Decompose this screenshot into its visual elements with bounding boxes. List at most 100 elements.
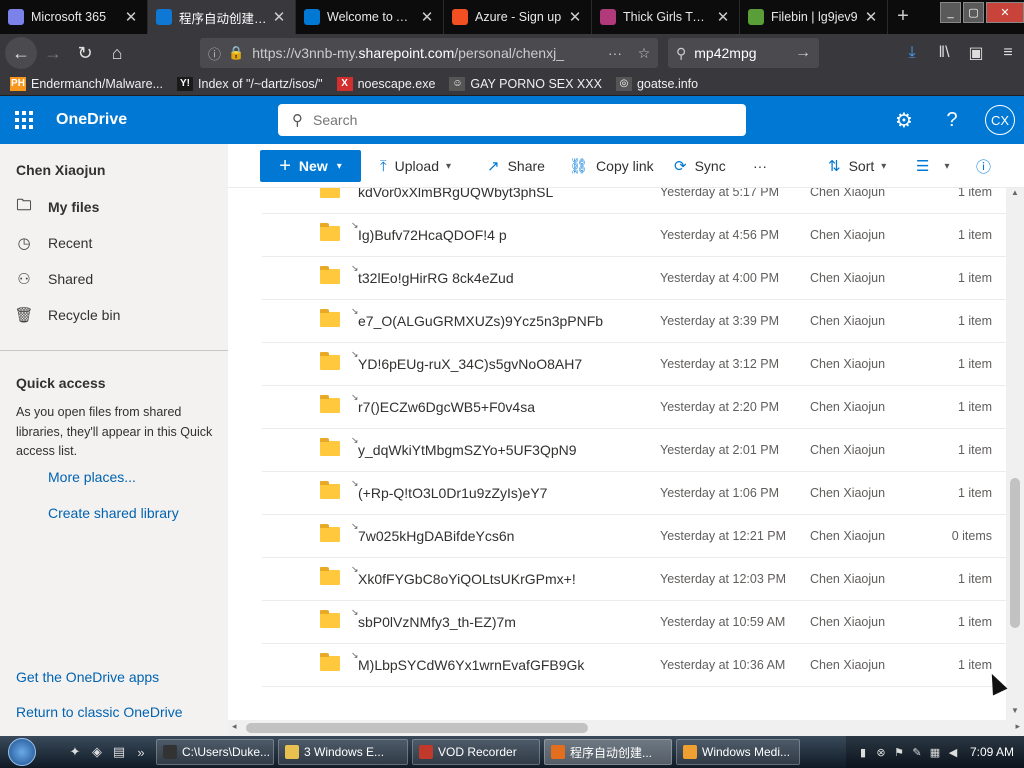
menu-icon[interactable]: ≡ — [992, 38, 1024, 68]
app-launcher-button[interactable] — [0, 96, 48, 144]
file-name[interactable]: Ig)Bufv72HcaQDOF!4 p — [358, 227, 507, 243]
file-name[interactable]: y_dqWkiYtMbgmSZYo+5UF3QpN9 — [358, 442, 577, 458]
search-go-icon[interactable]: → — [795, 44, 811, 62]
bookmark-item[interactable]: PH Endermanch/Malware... — [10, 76, 163, 91]
clock[interactable]: 7:09 AM — [970, 745, 1014, 759]
table-row[interactable]: ↘ 7w025kHgDABifdeYcs6n Yesterday at 12:21 … — [262, 515, 1006, 558]
scroll-thumb[interactable] — [1010, 478, 1020, 628]
network-icon[interactable]: ▦ — [926, 744, 944, 760]
quick-launch-icon-2[interactable]: ◈ — [86, 742, 108, 762]
tab-close-icon[interactable]: ✕ — [863, 8, 879, 26]
table-row[interactable]: ↘ y_dqWkiYtMbgmSZYo+5UF3QpN9 Yesterday at … — [262, 429, 1006, 472]
tab-close-icon[interactable]: ✕ — [567, 8, 583, 26]
bookmark-item[interactable]: Y! Index of "/~dartz/isos/" — [177, 76, 323, 91]
browser-tab[interactable]: Azure - Sign up ✕ — [444, 0, 592, 34]
scroll-up-icon[interactable]: ▲ — [1006, 188, 1024, 202]
vertical-scrollbar[interactable]: ▲ ▼ — [1006, 188, 1024, 720]
tab-close-icon[interactable]: ✕ — [123, 8, 139, 26]
tray-icon-4[interactable]: ✎ — [908, 744, 926, 760]
bookmark-item[interactable]: Xnoescape.exe — [336, 76, 435, 91]
taskbar-item[interactable]: C:\Users\Duke... — [156, 739, 274, 765]
file-name[interactable]: t32lEo!gHirRG 8ck4eZud — [358, 270, 514, 286]
taskbar-item[interactable]: VOD Recorder — [412, 739, 540, 765]
info-icon[interactable]: ⓘ — [208, 44, 221, 63]
onedrive-brand[interactable]: OneDrive — [56, 111, 127, 129]
classic-onedrive-link[interactable]: Return to classic OneDrive — [16, 704, 183, 720]
table-row[interactable]: ↘ t32lEo!gHirRG 8ck4eZud Yesterday at 4:00… — [262, 257, 1006, 300]
sort-button[interactable]: ⇅ Sort ▾ — [828, 150, 886, 182]
table-row[interactable]: ↘ r7()ECZw6DgcWB5+F0v4sa Yesterday at 2:20… — [262, 386, 1006, 429]
sidebar-item-recent[interactable]: ◷ Recent — [0, 225, 228, 261]
browser-tab[interactable]: Microsoft 365 ✕ — [0, 0, 148, 34]
tray-icon-1[interactable]: ▮ — [854, 744, 872, 760]
file-name[interactable]: Xk0fFYGbC8oYiQOLtsUKrGPmx+! — [358, 571, 576, 587]
new-tab-button[interactable]: + — [888, 0, 918, 34]
page-actions-icon[interactable]: ··· — [600, 45, 630, 61]
sidebar-item-shared[interactable]: ⚇ Shared — [0, 261, 228, 297]
browser-tab[interactable]: Thick Girls Twe... ✕ — [592, 0, 740, 34]
file-name[interactable]: M)LbpSYCdW6Yx1wrnEvafGFB9Gk — [358, 657, 584, 673]
sidebar-icon[interactable]: ▣ — [960, 38, 992, 68]
new-button[interactable]: + New ▾ — [260, 150, 361, 182]
table-row[interactable]: ↘ e7_O(ALGuGRMXUZs)9Ycz5n3pPNFb Yesterday … — [262, 300, 1006, 343]
details-pane-button[interactable]: ⓘ — [976, 150, 999, 182]
browser-tab[interactable]: Filebin | lg9jev9 ✕ — [740, 0, 888, 34]
more-places-link[interactable]: More places... — [48, 469, 136, 485]
upload-button[interactable]: ⤒ Upload ▾ — [380, 150, 451, 182]
bookmark-star-icon[interactable]: ☆ — [630, 45, 658, 62]
tab-close-icon[interactable]: ✕ — [419, 8, 435, 26]
horizontal-scroll-thumb[interactable] — [246, 723, 588, 733]
create-shared-library-link[interactable]: Create shared library — [48, 505, 179, 521]
table-row[interactable]: ↘kdVor0xXlmBRgUQWbyt3phSLYesterday at 5:… — [262, 188, 1006, 214]
table-row[interactable]: ↘ M)LbpSYCdW6Yx1wrnEvafGFB9Gk Yesterday at… — [262, 644, 1006, 687]
bookmark-item[interactable]: ◎ goatse.info — [615, 76, 698, 91]
volume-icon[interactable]: ◀ — [944, 744, 962, 760]
tray-icon-3[interactable]: ⚑ — [890, 744, 908, 760]
copy-link-button[interactable]: ⛓ Copy link — [569, 150, 654, 182]
minimize-button[interactable]: _ — [940, 2, 961, 23]
taskbar-item[interactable]: 程序自动创建... — [544, 739, 672, 765]
browser-tab[interactable]: Welcome to Azure ✕ — [296, 0, 444, 34]
maximize-button[interactable]: ▢ — [963, 2, 984, 23]
onedrive-search-input[interactable]: ⚲ Search — [278, 104, 746, 136]
file-name[interactable]: YD!6pEUg-ruX_34C)s5gvNoO8AH7 — [358, 356, 582, 372]
tray-icon-2[interactable]: ⊗ — [872, 744, 890, 760]
help-icon[interactable]: ? — [928, 109, 976, 132]
get-apps-link[interactable]: Get the OneDrive apps — [16, 669, 159, 685]
table-row[interactable]: ↘ sbP0lVzNMfy3_th-EZ)7m Yesterday at 10:59… — [262, 601, 1006, 644]
file-name[interactable]: e7_O(ALGuGRMXUZs)9Ycz5n3pPNFb — [358, 313, 603, 329]
table-row[interactable]: ↘ (+Rp-Q!tO3L0Dr1u9zZyIs)eY7 Yesterday at … — [262, 472, 1006, 515]
sidebar-item-recycle-bin[interactable]: 🗑 Recycle bin — [0, 297, 228, 333]
more-commands-button[interactable]: ··· — [753, 150, 767, 182]
home-button[interactable]: ⌂ — [101, 37, 133, 69]
taskbar-item[interactable]: 3 Windows E... — [278, 739, 408, 765]
file-name[interactable]: r7()ECZw6DgcWB5+F0v4sa — [358, 399, 535, 415]
table-row[interactable]: ↘ Ig)Bufv72HcaQDOF!4 p Yesterday at 4:56 P… — [262, 214, 1006, 257]
avatar[interactable]: CX — [985, 105, 1015, 135]
file-name[interactable]: kdVor0xXlmBRgUQWbyt3phSL — [358, 188, 553, 200]
quick-launch-overflow-icon[interactable]: » — [130, 742, 152, 762]
view-options-button[interactable]: ☰ ▾ — [916, 150, 949, 182]
scroll-left-icon[interactable]: ◂ — [232, 721, 237, 732]
sidebar-item-my-files[interactable]: 🗀 My files — [0, 189, 228, 225]
start-button[interactable] — [0, 736, 44, 768]
scroll-down-icon[interactable]: ▼ — [1006, 706, 1024, 720]
table-row[interactable]: ↘ YD!6pEUg-ruX_34C)s5gvNoO8AH7 Yesterday a… — [262, 343, 1006, 386]
reload-button[interactable]: ↻ — [69, 37, 101, 69]
quick-launch-icon-3[interactable]: ▤ — [108, 742, 130, 762]
taskbar-item[interactable]: Windows Medi... — [676, 739, 800, 765]
bookmark-item[interactable]: ☺ GAY PORNO SEX XXX — [449, 76, 602, 91]
scroll-right-icon[interactable]: ▸ — [1015, 721, 1020, 732]
file-name[interactable]: sbP0lVzNMfy3_th-EZ)7m — [358, 614, 516, 630]
file-name[interactable]: 7w025kHgDABifdeYcs6n — [358, 528, 514, 544]
library-icon[interactable]: ‖\ — [928, 38, 960, 68]
quick-launch-icon-1[interactable]: ✦ — [64, 742, 86, 762]
settings-gear-icon[interactable]: ⚙ — [880, 108, 928, 133]
browser-search-box[interactable]: ⚲ mp42mpg → — [668, 38, 819, 68]
horizontal-scrollbar[interactable]: ◂ ▸ — [228, 720, 1024, 736]
downloads-icon[interactable]: ⤓ — [896, 38, 928, 68]
file-name[interactable]: (+Rp-Q!tO3L0Dr1u9zZyIs)eY7 — [358, 485, 547, 501]
tab-close-icon[interactable]: ✕ — [715, 8, 731, 26]
back-button[interactable]: ← — [5, 37, 37, 69]
url-bar[interactable]: ⓘ 🔒 https://v3nnb-my.sharepoint.com/pers… — [200, 38, 658, 68]
